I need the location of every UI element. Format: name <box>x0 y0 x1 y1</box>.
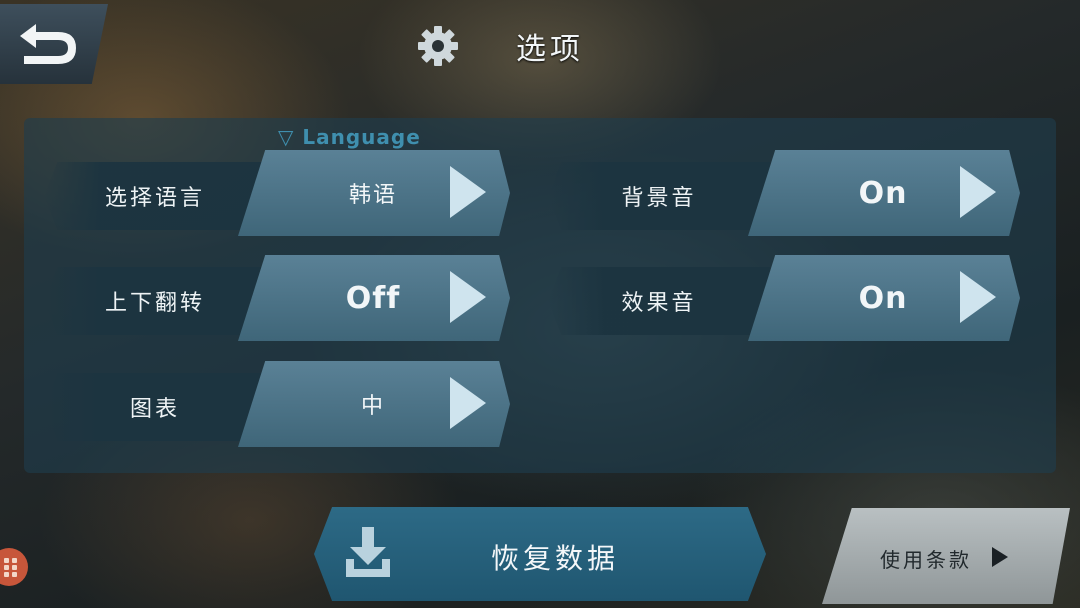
section-marker: ▽ <box>278 125 295 149</box>
sfx-toggle-button[interactable]: On <box>748 255 1020 341</box>
flip-toggle-button[interactable]: Off <box>238 255 510 341</box>
bgm-label-text: 背景音 <box>621 186 697 211</box>
header: 选项 <box>416 22 584 70</box>
back-button[interactable] <box>0 4 108 84</box>
right-arrow-icon <box>450 166 486 218</box>
flip-label: 上下翻转 <box>44 267 266 335</box>
restore-data-label: 恢复数据 <box>490 542 619 575</box>
chart-label-text: 图表 <box>129 397 180 422</box>
section-title: Language <box>302 125 421 149</box>
right-arrow-icon <box>450 377 486 429</box>
sfx-label: 效果音 <box>548 267 770 335</box>
page-title: 选项 <box>516 32 584 67</box>
right-arrow-icon <box>960 166 996 218</box>
chart-select-button[interactable]: 中 <box>238 361 510 447</box>
sfx-label-text: 效果音 <box>621 291 697 316</box>
flip-label-text: 上下翻转 <box>104 291 205 316</box>
right-arrow-icon <box>960 271 996 323</box>
gear-icon <box>418 26 458 66</box>
floating-menu-icon[interactable] <box>0 548 28 586</box>
section-header-language: ▽ Language <box>278 125 421 149</box>
sfx-value: On <box>858 280 908 316</box>
language-label-text: 选择语言 <box>104 186 205 211</box>
language-select-button[interactable]: 韩语 <box>238 150 510 236</box>
bgm-toggle-button[interactable]: On <box>748 150 1020 236</box>
play-triangle-icon <box>992 547 1008 567</box>
bgm-label: 背景音 <box>548 162 770 230</box>
right-arrow-icon <box>450 271 486 323</box>
flip-value: Off <box>345 280 401 316</box>
restore-data-button[interactable]: 恢复数据 <box>314 507 766 601</box>
terms-label: 使用条款 <box>880 548 972 572</box>
back-arrow-icon <box>20 24 76 64</box>
bgm-value: On <box>858 175 908 211</box>
chart-value: 中 <box>360 394 385 419</box>
terms-of-use-button[interactable]: 使用条款 <box>822 508 1070 604</box>
language-label: 选择语言 <box>44 162 266 230</box>
chart-label: 图表 <box>44 373 266 441</box>
language-value: 韩语 <box>348 183 397 208</box>
